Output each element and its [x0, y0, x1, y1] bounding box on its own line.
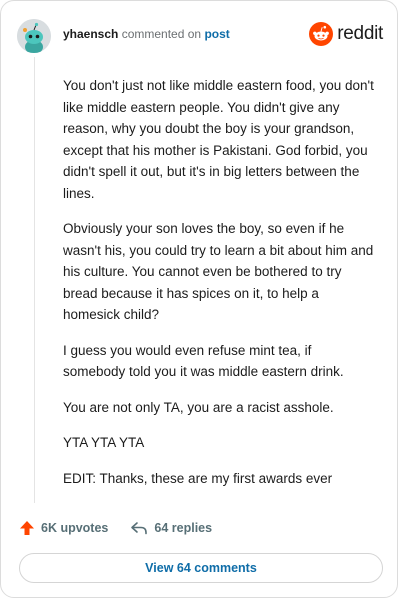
upvote-button[interactable]: 6K upvotes: [19, 520, 108, 536]
reddit-logo-icon: [309, 22, 334, 46]
commenter-line: yhaensch commented on post: [63, 27, 230, 41]
thread-line[interactable]: [34, 57, 35, 503]
snoo-avatar-icon[interactable]: [17, 19, 51, 53]
comment-header: yhaensch commented on post reddit: [17, 15, 383, 55]
comment-paragraph: You are not only TA, you are a racist as…: [63, 399, 334, 415]
reply-button[interactable]: 64 replies: [130, 520, 212, 536]
reddit-brand[interactable]: reddit: [309, 21, 383, 47]
post-link[interactable]: post: [204, 27, 229, 41]
username[interactable]: yhaensch: [63, 27, 118, 41]
comment-paragraph: I guess you would even refuse mint tea, …: [63, 342, 344, 380]
comment-actions: 6K upvotes 64 replies: [19, 517, 234, 539]
replies-label: 64 replies: [154, 521, 213, 535]
brand-name: reddit: [337, 23, 383, 44]
upvote-arrow-icon: [20, 521, 34, 535]
reply-arrow-icon: [131, 522, 148, 535]
comment-paragraph: EDIT: Thanks, these are my first awards …: [63, 470, 333, 486]
comment-card: yhaensch commented on post reddit You do…: [0, 0, 398, 598]
action-text: commented on: [121, 27, 202, 41]
view-comments-button[interactable]: View 64 comments: [19, 553, 383, 583]
comment-paragraph: You don't just not like middle eastern f…: [63, 78, 374, 201]
comment-paragraph: Obviously your son loves the boy, so eve…: [63, 221, 374, 322]
comment-body: You don't just not like middle eastern f…: [63, 75, 375, 503]
comment-paragraph: YTA YTA YTA: [63, 435, 145, 450]
upvotes-label: 6K upvotes: [41, 521, 109, 535]
